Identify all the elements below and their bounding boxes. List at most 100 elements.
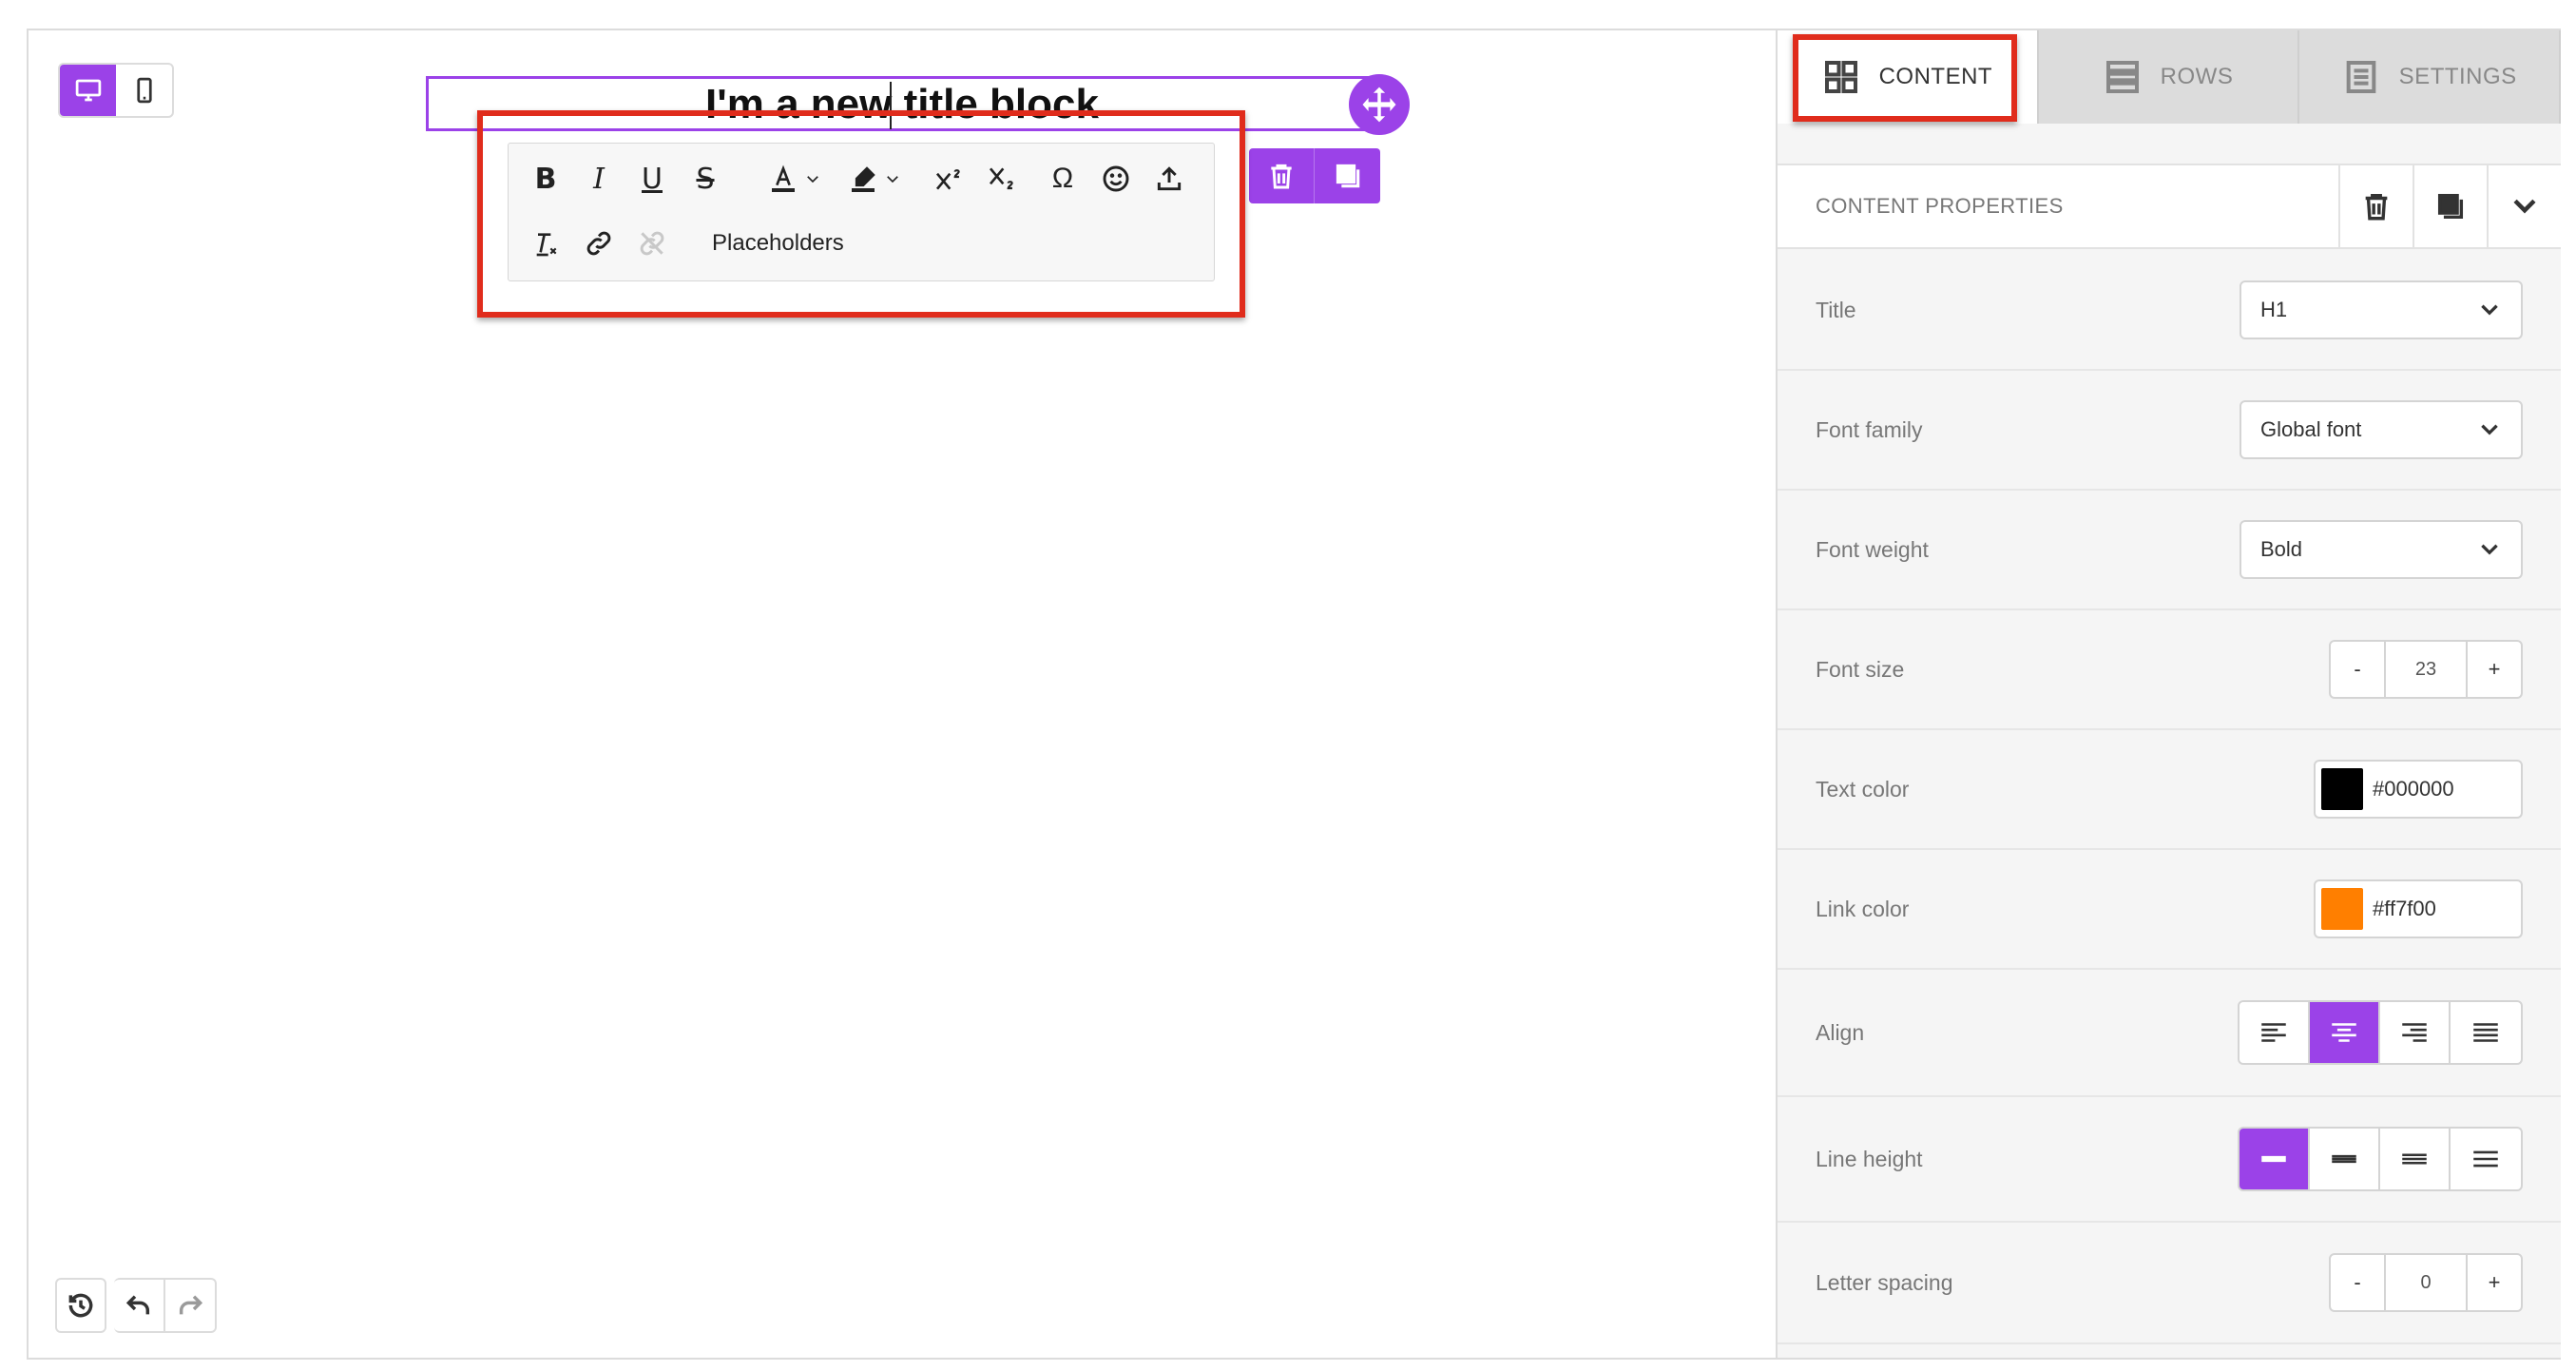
smiley-icon: [1103, 165, 1129, 192]
line-height-looser-icon: [2473, 1150, 2498, 1168]
text-color-label: Text color: [1816, 776, 1910, 801]
duplicate-block-button[interactable]: [1315, 148, 1380, 203]
prop-row-font-size: Font size - 23 +: [1778, 610, 2561, 730]
align-justify-button[interactable]: [2451, 1002, 2521, 1063]
text-color-button[interactable]: [758, 155, 832, 203]
move-block-handle[interactable]: [1349, 74, 1410, 135]
font-family-select[interactable]: Global font: [2240, 400, 2523, 459]
rows-icon: [2105, 61, 2139, 94]
letter-spacing-value[interactable]: 0: [2384, 1255, 2468, 1310]
prop-row-line-height: Line height: [1778, 1097, 2561, 1223]
text-color-swatch[interactable]: [2321, 768, 2363, 810]
strikethrough-button[interactable]: S: [682, 155, 729, 203]
trash-icon: [2365, 193, 2388, 221]
font-size-stepper: - 23 +: [2329, 640, 2523, 699]
align-center-button[interactable]: [2310, 1002, 2380, 1063]
desktop-view-button[interactable]: [60, 65, 116, 116]
collapse-panel-button[interactable]: [2487, 165, 2561, 247]
line-height-tight-button[interactable]: [2240, 1129, 2310, 1189]
line-height-normal-button[interactable]: [2310, 1129, 2380, 1189]
prop-row-align: Align: [1778, 970, 2561, 1097]
history-button[interactable]: [55, 1278, 106, 1333]
chevron-down-icon: [2481, 544, 2498, 555]
text-color-field[interactable]: #000000: [2314, 760, 2523, 819]
font-size-label: Font size: [1816, 656, 1905, 682]
duplicate-icon: [1336, 164, 1359, 188]
letter-spacing-label: Letter spacing: [1816, 1269, 1953, 1295]
align-left-button[interactable]: [2240, 1002, 2310, 1063]
title-level-value: H1: [2260, 298, 2288, 321]
letter-spacing-increase-button[interactable]: +: [2468, 1255, 2521, 1310]
link-color-swatch[interactable]: [2321, 888, 2363, 930]
chevron-down-icon: [2481, 424, 2498, 435]
chevron-down-icon: [887, 176, 898, 183]
design-canvas[interactable]: I'm a new title block B I U S Ω Placehol…: [29, 30, 1776, 1358]
delete-block-button[interactable]: [1249, 148, 1315, 203]
delete-content-button[interactable]: [2338, 165, 2413, 247]
superscript-icon: [935, 169, 960, 190]
font-weight-value: Bold: [2260, 537, 2303, 561]
tab-settings-label: SETTINGS: [2398, 64, 2517, 89]
tab-rows[interactable]: ROWS: [2038, 30, 2300, 124]
line-height-segmented-control: [2238, 1127, 2523, 1191]
undo-button[interactable]: [114, 1278, 165, 1333]
line-height-normal-icon: [2332, 1154, 2356, 1164]
placeholders-dropdown[interactable]: Placeholders: [702, 230, 854, 257]
desktop-icon: [75, 79, 101, 102]
tab-content-label: CONTENT: [1878, 64, 1993, 89]
prop-row-link-color: Link color #ff7f00: [1778, 850, 2561, 970]
block-actions: [1249, 148, 1380, 203]
text-color-icon: [772, 164, 795, 192]
tab-content[interactable]: CONTENT: [1778, 30, 2039, 124]
grid-icon: [1824, 61, 1857, 93]
underline-button[interactable]: U: [628, 155, 676, 203]
emoji-button[interactable]: [1092, 155, 1140, 203]
text-color-value[interactable]: #000000: [2373, 777, 2454, 801]
clear-format-icon: [536, 233, 557, 257]
subscript-icon: [989, 167, 1013, 190]
prop-row-text-color: Text color #000000: [1778, 730, 2561, 850]
content-properties-title: CONTENT PROPERTIES: [1816, 194, 2064, 218]
font-weight-select[interactable]: Bold: [2240, 520, 2523, 579]
font-weight-label: Font weight: [1816, 536, 1929, 562]
unlink-button[interactable]: [628, 220, 676, 267]
link-color-field[interactable]: #ff7f00: [2314, 879, 2523, 938]
editor-frame: I'm a new title block B I U S Ω Placehol…: [27, 29, 2562, 1360]
line-height-tight-icon: [2261, 1155, 2286, 1163]
toolbar-row-2: Placeholders: [509, 214, 1214, 273]
text-format-toolbar: B I U S Ω Placeholders: [508, 143, 1215, 281]
prop-row-letter-spacing: Letter spacing - 0 +: [1778, 1223, 2561, 1344]
link-color-value[interactable]: #ff7f00: [2373, 897, 2436, 921]
subscript-button[interactable]: [978, 155, 1026, 203]
clear-formatting-button[interactable]: [522, 220, 569, 267]
align-left-icon: [2261, 1023, 2286, 1042]
prop-row-font-family: Font family Global font: [1778, 371, 2561, 491]
line-height-looser-button[interactable]: [2451, 1129, 2521, 1189]
content-properties-header: CONTENT PROPERTIES: [1778, 164, 2561, 249]
font-size-increase-button[interactable]: +: [2468, 642, 2521, 697]
superscript-button[interactable]: [925, 155, 972, 203]
redo-button[interactable]: [165, 1278, 217, 1333]
letter-spacing-stepper: - 0 +: [2329, 1253, 2523, 1312]
chevron-down-icon: [2481, 304, 2498, 316]
tab-settings[interactable]: SETTINGS: [2299, 30, 2562, 124]
mobile-view-button[interactable]: [116, 65, 172, 116]
italic-button[interactable]: I: [575, 155, 623, 203]
mobile-icon: [136, 77, 152, 104]
prop-row-font-weight: Font weight Bold: [1778, 491, 2561, 610]
bold-button[interactable]: B: [522, 155, 569, 203]
insert-link-button[interactable]: [575, 220, 623, 267]
letter-spacing-decrease-button[interactable]: -: [2331, 1255, 2384, 1310]
special-character-button[interactable]: Ω: [1039, 155, 1086, 203]
font-size-value[interactable]: 23: [2384, 642, 2468, 697]
font-size-decrease-button[interactable]: -: [2331, 642, 2384, 697]
align-right-button[interactable]: [2380, 1002, 2451, 1063]
align-segmented-control: [2238, 1000, 2523, 1065]
line-height-loose-button[interactable]: [2380, 1129, 2451, 1189]
link-color-label: Link color: [1816, 896, 1910, 921]
title-level-select[interactable]: H1: [2240, 280, 2523, 339]
insert-button[interactable]: [1145, 155, 1193, 203]
highlight-color-button[interactable]: [837, 155, 912, 203]
duplicate-icon: [2437, 193, 2464, 220]
duplicate-content-button[interactable]: [2413, 165, 2487, 247]
